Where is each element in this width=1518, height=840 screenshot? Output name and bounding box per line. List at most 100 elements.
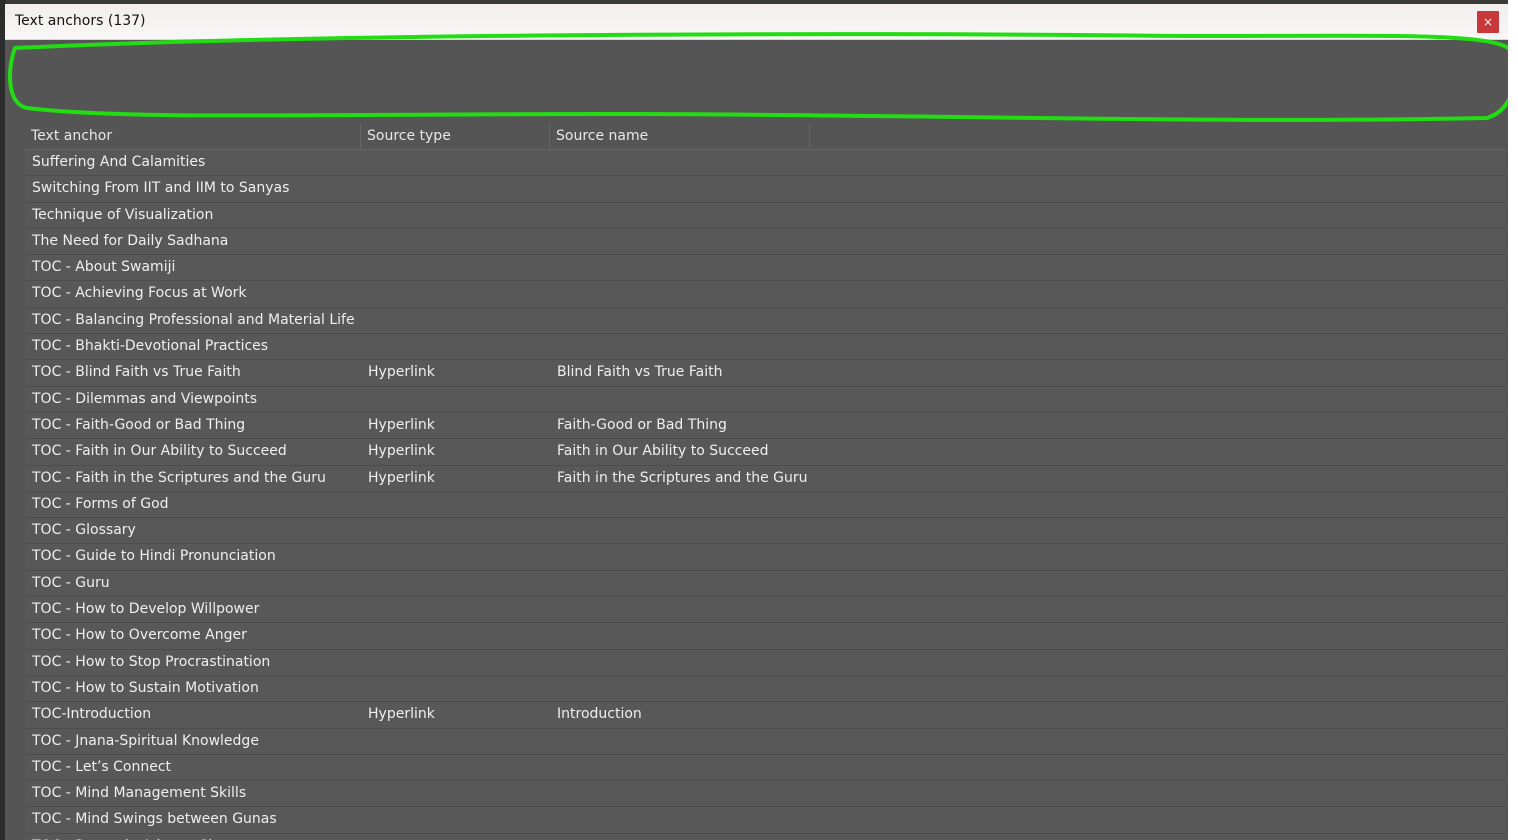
source-type-cell: Hyperlink <box>368 706 435 723</box>
source-type-cell <box>361 781 550 806</box>
table-row[interactable]: TOC - Let’s Connect <box>25 754 1505 782</box>
table-row[interactable]: TOC - Glossary <box>25 518 1505 545</box>
text-anchor-cell: TOC - How to Overcome Anger <box>32 627 247 644</box>
source-name-cell: Blind Faith vs True Faith <box>557 364 723 381</box>
anchors-table: Text anchor Source type Source name Suff… <box>25 124 1505 840</box>
source-type-cell <box>361 755 550 780</box>
column-header-text-anchor[interactable]: Text anchor <box>25 124 361 149</box>
source-name-cell <box>550 387 810 412</box>
source-name-cell <box>550 203 810 228</box>
table-row[interactable]: Switching From IIT and IIM to Sanyas <box>25 176 1505 203</box>
text-anchor-cell: TOC - Mind Management Skills <box>32 785 247 802</box>
source-type-cell <box>361 334 550 359</box>
text-anchor-cell: TOC - Faith in the Scriptures and the Gu… <box>32 469 326 486</box>
text-anchor-cell: TOC - About Swamiji <box>32 259 176 276</box>
table-row[interactable]: TOC - Bhakti-Devotional Practices <box>25 334 1505 361</box>
close-button[interactable]: × <box>1477 11 1499 33</box>
text-anchor-cell: TOC - Faith-Good or Bad Thing <box>32 416 246 433</box>
table-row[interactable]: TOC - Balancing Professional and Materia… <box>25 307 1505 335</box>
text-anchor-cell: TOC - Bhakti-Devotional Practices <box>32 338 269 355</box>
table-row[interactable]: TOC - Blind Faith vs True Faith Hyperlink… <box>25 360 1505 387</box>
table-row[interactable]: TOC - How to Develop Willpower <box>25 597 1505 624</box>
table-row[interactable]: TOC - Mind Swings between Gunas <box>25 807 1505 834</box>
text-anchor-cell: TOC - Achieving Focus at Work <box>32 285 247 302</box>
table-row[interactable]: TOC - Dilemmas and Viewpoints <box>25 386 1505 413</box>
source-type-cell <box>361 597 550 622</box>
source-name-cell <box>550 255 810 280</box>
background-app-right <box>1508 0 1518 840</box>
source-name-cell <box>550 650 810 675</box>
source-name-cell <box>550 176 810 201</box>
text-anchor-cell: TOC - How to Stop Procrastination <box>32 653 271 670</box>
text-anchor-cell: TOC - Guide to Hindi Pronunciation <box>32 548 276 565</box>
text-anchor-cell: TOC - Guru <box>32 574 110 591</box>
source-name-cell <box>550 729 810 754</box>
source-name-cell <box>550 229 810 254</box>
text-anchor-cell: TOC-Introduction <box>32 706 152 723</box>
text-anchor-cell: TOC - How to Sustain Motivation <box>32 679 259 696</box>
source-name-cell <box>550 807 810 832</box>
source-name-cell <box>550 150 810 175</box>
text-anchor-cell: Technique of Visualization <box>32 206 214 223</box>
table-body: Suffering And Calamities Switching From I… <box>25 150 1505 840</box>
source-type-cell <box>361 176 550 201</box>
source-type-cell: Hyperlink <box>368 364 435 381</box>
table-row[interactable]: TOC - Faith in the Scriptures and the Gu… <box>25 465 1505 492</box>
text-anchor-cell: TOC - Blind Faith vs True Faith <box>32 364 241 381</box>
source-name-cell <box>550 676 810 701</box>
table-row[interactable]: Suffering And Calamities <box>25 150 1505 177</box>
dialog-titlebar[interactable]: Text anchors (137) × <box>5 4 1508 40</box>
source-type-cell <box>361 676 550 701</box>
text-anchor-cell: TOC - Dilemmas and Viewpoints <box>32 390 258 407</box>
text-anchor-cell: Suffering And Calamities <box>32 154 206 170</box>
table-row[interactable]: TOC - Mind Management Skills <box>25 781 1505 808</box>
text-anchor-cell: TOC - Faith in Our Ability to Succeed <box>32 443 287 460</box>
source-name-cell <box>550 571 810 596</box>
text-anchor-cell: The Need for Daily Sadhana <box>32 232 229 249</box>
text-anchor-cell: TOC - Forms of God <box>32 495 169 512</box>
table-row[interactable]: TOC - About Swamiji <box>25 255 1505 282</box>
source-name-cell <box>550 544 810 569</box>
source-name-cell <box>550 518 810 543</box>
source-type-cell: Hyperlink <box>368 416 435 433</box>
dialog-title: Text anchors (137) <box>15 13 146 29</box>
table-row[interactable]: TOC - Achieving Focus at Work <box>25 281 1505 308</box>
table-header: Text anchor Source type Source name <box>25 124 1505 150</box>
source-type-cell: Hyperlink <box>368 443 435 460</box>
table-row[interactable]: TOC - How to Overcome Anger <box>25 623 1505 650</box>
source-type-cell <box>361 492 550 517</box>
source-type-cell <box>361 255 550 280</box>
table-row[interactable]: TOC - Guide to Hindi Pronunciation <box>25 544 1505 571</box>
table-row[interactable]: TOC - Prayer in Advaya Cinmaya <box>25 833 1505 840</box>
source-type-cell <box>361 807 550 832</box>
source-type-cell <box>361 150 550 175</box>
table-row[interactable]: TOC - Forms of God <box>25 491 1505 519</box>
source-name-cell <box>550 834 810 840</box>
column-header-source-name[interactable]: Source name <box>550 124 810 149</box>
text-anchor-cell: TOC - Jnana-Spiritual Knowledge <box>32 732 259 749</box>
source-name-cell <box>550 781 810 806</box>
source-type-cell <box>361 229 550 254</box>
source-name-cell <box>550 281 810 306</box>
source-name-cell <box>550 308 810 333</box>
table-row[interactable]: The Need for Daily Sadhana <box>25 228 1505 256</box>
column-header-source-type[interactable]: Source type <box>361 124 550 149</box>
source-name-cell <box>550 492 810 517</box>
source-type-cell <box>361 544 550 569</box>
text-anchor-cell: TOC - Prayer in Advaya Cinmaya <box>25 834 361 840</box>
table-row[interactable]: TOC - Faith in Our Ability to Succeed Hyp… <box>25 439 1505 466</box>
source-name-cell: Faith-Good or Bad Thing <box>557 416 727 433</box>
table-row[interactable]: TOC - Faith-Good or Bad Thing Hyperlink Fa… <box>25 412 1505 440</box>
source-type-cell <box>361 729 550 754</box>
table-row[interactable]: TOC - Jnana-Spiritual Knowledge <box>25 728 1505 755</box>
source-name-cell <box>550 623 810 648</box>
source-type-cell <box>361 387 550 412</box>
table-row[interactable]: TOC - Guru <box>25 570 1505 598</box>
table-row[interactable]: TOC - How to Sustain Motivation <box>25 675 1505 703</box>
table-row[interactable]: TOC-Introduction Hyperlink Introduction <box>25 702 1505 729</box>
source-type-cell <box>361 571 550 596</box>
source-name-cell <box>550 597 810 622</box>
table-row[interactable]: Technique of Visualization <box>25 202 1505 229</box>
source-name-cell: Faith in the Scriptures and the Guru <box>557 469 808 486</box>
table-row[interactable]: TOC - How to Stop Procrastination <box>25 649 1505 676</box>
